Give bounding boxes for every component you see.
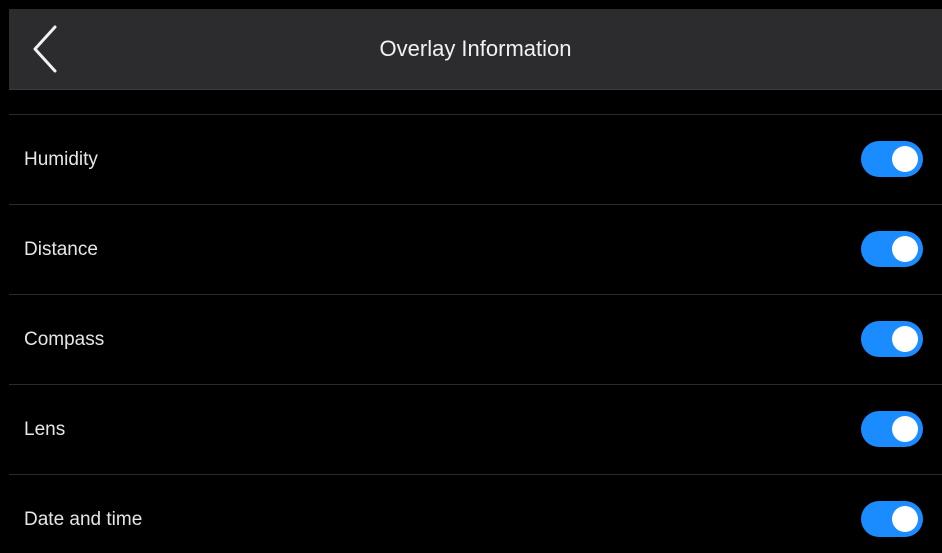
lens-toggle[interactable] (861, 411, 923, 447)
toggle-knob (892, 416, 918, 442)
setting-row-date-and-time: Date and time (9, 475, 942, 553)
chevron-left-icon (33, 25, 57, 73)
setting-label-compass: Compass (24, 329, 105, 350)
date-and-time-toggle[interactable] (861, 501, 923, 537)
back-button[interactable] (23, 23, 67, 75)
page-title: Overlay Information (379, 36, 572, 61)
section-spacer (9, 90, 942, 115)
toggle-knob (892, 146, 918, 172)
toggle-knob (892, 236, 918, 262)
distance-toggle[interactable] (861, 231, 923, 267)
settings-list: Humidity Distance Compass Lens Date and … (9, 115, 942, 553)
setting-label-lens: Lens (24, 419, 66, 440)
setting-label-distance: Distance (24, 239, 98, 260)
top-bar: Overlay Information (9, 9, 942, 90)
setting-label-humidity: Humidity (24, 149, 98, 170)
setting-label-date-and-time: Date and time (24, 509, 143, 530)
setting-row-distance: Distance (9, 205, 942, 295)
compass-toggle[interactable] (861, 321, 923, 357)
setting-row-lens: Lens (9, 385, 942, 475)
toggle-knob (892, 506, 918, 532)
screen: Overlay Information Humidity Distance Co… (0, 0, 942, 553)
setting-row-humidity: Humidity (9, 115, 942, 205)
toggle-knob (892, 326, 918, 352)
setting-row-compass: Compass (9, 295, 942, 385)
humidity-toggle[interactable] (861, 141, 923, 177)
